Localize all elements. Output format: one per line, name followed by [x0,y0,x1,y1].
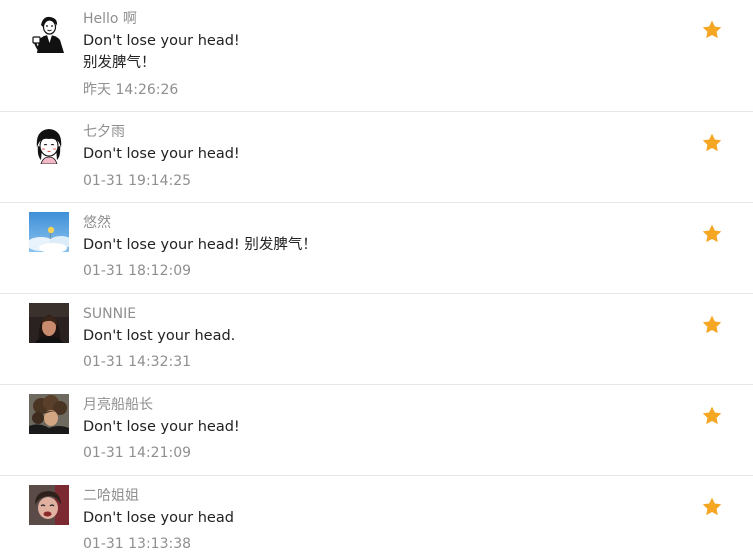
comment-text: Don't lose your head! 别发脾气！ [83,237,317,253]
avatar[interactable] [29,13,69,53]
cartoon-man-avatar-icon [29,13,69,53]
comment-item: 二哈姐姐 Don't lose your head 01-31 13:13:38 [0,476,753,560]
avatar[interactable] [29,124,69,164]
comment-item: SUNNIE Don't lost your head. 01-31 14:32… [0,294,753,385]
comment-item: 悠然 Don't lose your head! 别发脾气！ 01-31 18:… [0,203,753,294]
comment-text: 别发脾气！ [83,55,156,71]
star-icon[interactable] [701,132,723,154]
username[interactable]: 七夕雨 [83,123,125,141]
timestamp: 01-31 14:32:31 [83,354,192,370]
comment-item: 七夕雨 Don't lose your head! 01-31 19:14:25 [0,112,753,203]
timestamp: 01-31 19:14:25 [83,173,192,189]
comment-text: Don't lose your head! [83,146,240,162]
comment-text: Don't lose your head [83,510,234,526]
username[interactable]: Hello 啊 [83,10,137,28]
timestamp: 昨天 14:26:26 [83,82,179,98]
timestamp: 01-31 18:12:09 [83,263,192,279]
avatar[interactable] [29,212,69,252]
cartoon-girl-avatar-icon [29,124,69,164]
comment-text: Don't lose your head! [83,33,240,49]
sky-balloon-avatar-icon [29,212,69,252]
timestamp: 01-31 14:21:09 [83,445,192,461]
avatar[interactable] [29,303,69,343]
curly-hair-photo-avatar-icon [29,394,69,434]
username[interactable]: SUNNIE [83,305,136,323]
comment-item: 月亮船船长 Don't lose your head! 01-31 14:21:… [0,385,753,476]
comment-text: Don't lose your head! [83,419,240,435]
avatar[interactable] [29,394,69,434]
username[interactable]: 悠然 [83,214,111,232]
star-icon[interactable] [701,19,723,41]
comment-item: Hello 啊 Don't lose your head! 别发脾气！ 昨天 1… [0,0,753,112]
comment-list: Hello 啊 Don't lose your head! 别发脾气！ 昨天 1… [0,0,753,560]
timestamp: 01-31 13:13:38 [83,536,192,552]
star-icon[interactable] [701,223,723,245]
username[interactable]: 月亮船船长 [83,396,153,414]
username[interactable]: 二哈姐姐 [83,487,139,505]
star-icon[interactable] [701,405,723,427]
child-photo-avatar-icon [29,485,69,525]
woman-photo-avatar-icon [29,303,69,343]
star-icon[interactable] [701,496,723,518]
avatar[interactable] [29,485,69,525]
comment-text: Don't lost your head. [83,328,236,344]
star-icon[interactable] [701,314,723,336]
